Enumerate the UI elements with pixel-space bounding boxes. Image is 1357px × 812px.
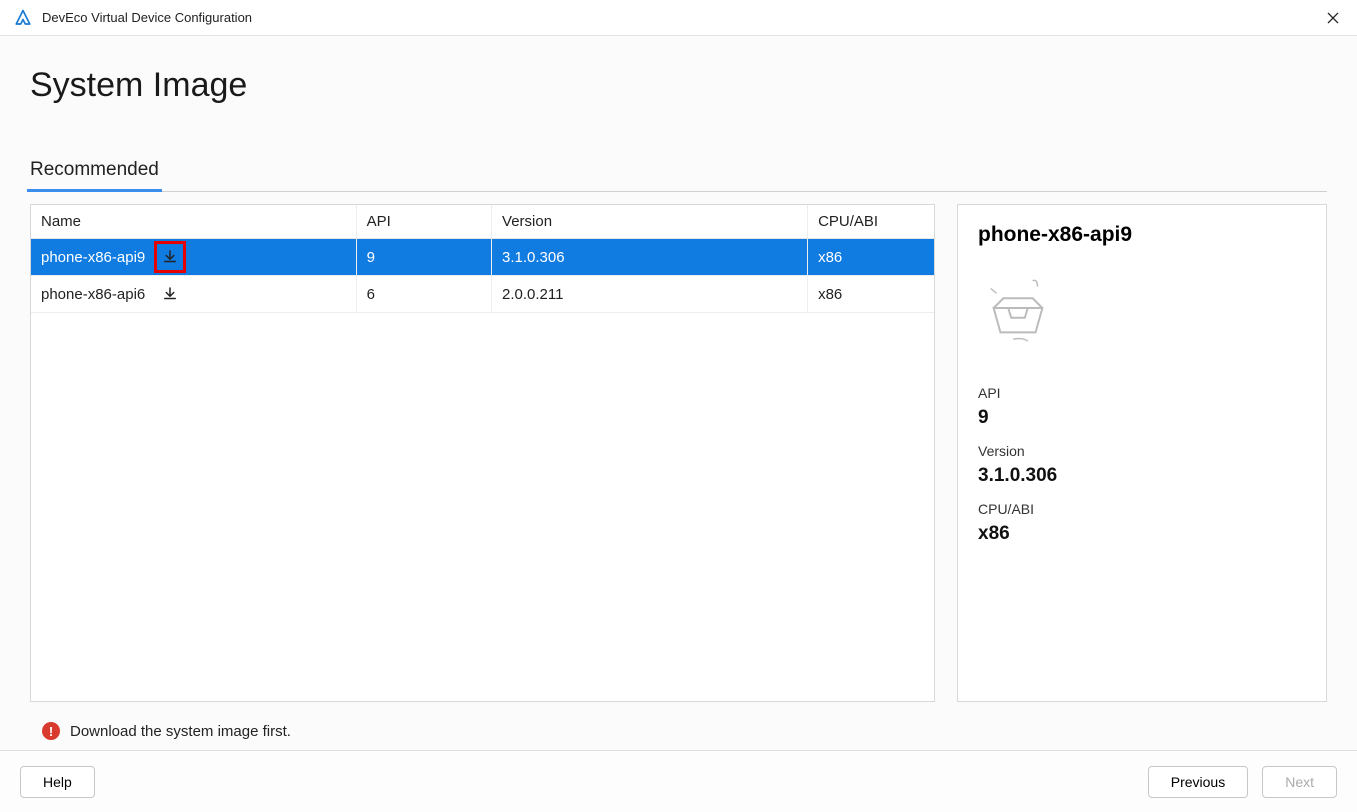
- image-version: 3.1.0.306: [492, 239, 808, 276]
- col-version[interactable]: Version: [492, 205, 808, 239]
- image-name: phone-x86-api9: [41, 249, 145, 266]
- table-row[interactable]: phone-x86-api9 9 3.1.0.306 x86: [31, 239, 934, 276]
- empty-box-icon: [978, 263, 1058, 353]
- window-title: DevEco Virtual Device Configuration: [42, 10, 252, 25]
- col-cpu[interactable]: CPU/ABI: [808, 205, 934, 239]
- button-label: Help: [43, 774, 72, 790]
- deveco-logo-icon: [14, 9, 32, 27]
- image-cpu: x86: [808, 276, 934, 313]
- detail-version-value: 3.1.0.306: [978, 465, 1306, 487]
- download-icon[interactable]: [159, 246, 181, 268]
- image-cpu: x86: [808, 239, 934, 276]
- tab-label: Recommended: [30, 159, 159, 180]
- main-content: System Image Recommended Name API Versio…: [0, 36, 1357, 750]
- button-label: Previous: [1171, 774, 1225, 790]
- tab-row: Recommended: [30, 153, 1327, 192]
- titlebar: DevEco Virtual Device Configuration: [0, 0, 1357, 36]
- detail-api-value: 9: [978, 407, 1306, 429]
- help-button[interactable]: Help: [20, 766, 95, 798]
- col-name[interactable]: Name: [31, 205, 356, 239]
- warning-icon: !: [42, 722, 60, 740]
- detail-title: phone-x86-api9: [978, 223, 1306, 247]
- page-title: System Image: [30, 66, 1327, 105]
- detail-cpu-label: CPU/ABI: [978, 501, 1306, 517]
- detail-version-label: Version: [978, 443, 1306, 459]
- table-row[interactable]: phone-x86-api6 6 2.0.0.211 x86: [31, 276, 934, 313]
- image-api: 9: [356, 239, 491, 276]
- next-button[interactable]: Next: [1262, 766, 1337, 798]
- close-icon[interactable]: [1323, 8, 1343, 28]
- image-api: 6: [356, 276, 491, 313]
- footer: Help Previous Next: [0, 750, 1357, 812]
- detail-api-label: API: [978, 385, 1306, 401]
- download-icon[interactable]: [159, 283, 181, 305]
- button-label: Next: [1285, 774, 1314, 790]
- image-name: phone-x86-api6: [41, 286, 145, 303]
- detail-cpu-value: x86: [978, 523, 1306, 545]
- col-api[interactable]: API: [356, 205, 491, 239]
- warning-text: Download the system image first.: [70, 723, 291, 740]
- tab-recommended[interactable]: Recommended: [30, 153, 159, 191]
- image-version: 2.0.0.211: [492, 276, 808, 313]
- system-image-table: Name API Version CPU/ABI phone-x86-api9: [30, 204, 935, 702]
- previous-button[interactable]: Previous: [1148, 766, 1248, 798]
- warning-row: ! Download the system image first.: [30, 702, 1327, 750]
- detail-panel: phone-x86-api9 API 9 Version 3.1.0.306 C…: [957, 204, 1327, 702]
